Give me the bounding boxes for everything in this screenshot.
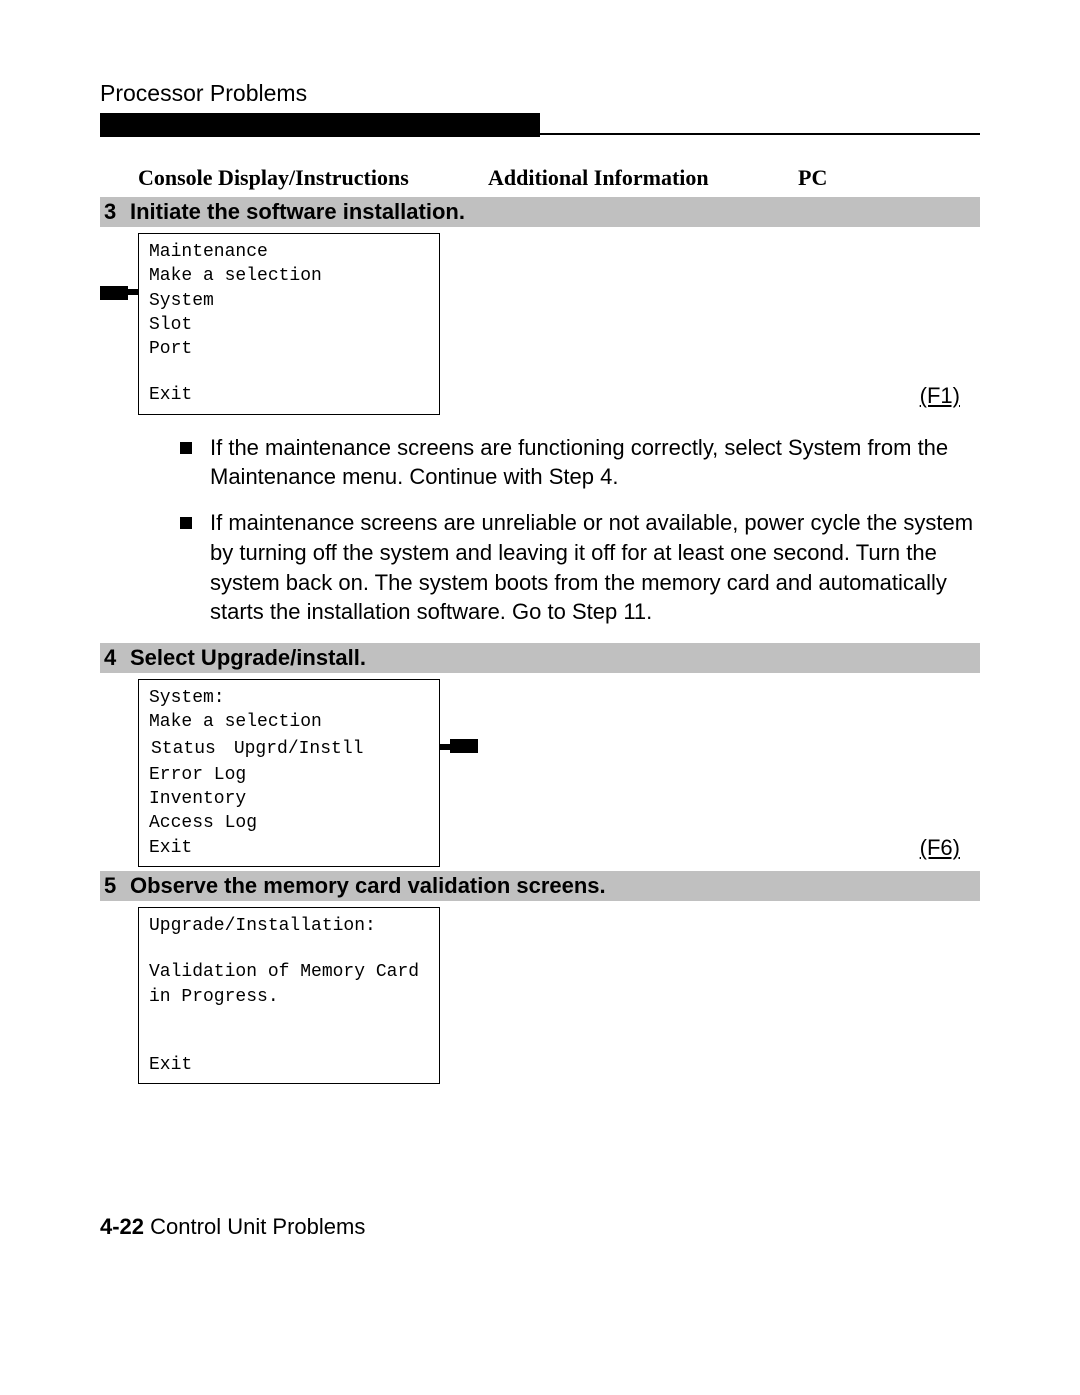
step-3-title: Initiate the software installation. [130,199,465,225]
bullet-2-text: If maintenance screens are unreliable or… [210,508,980,627]
console-area-3: Upgrade/Installation: Validation of Memo… [100,907,980,1084]
step-3-num: 3 [104,199,130,225]
col-header-pc: PC [798,165,878,191]
bullet-1: If the maintenance screens are functioni… [180,433,980,492]
console3-line2: Validation of Memory Card [149,960,429,984]
page-footer: 4-22 Control Unit Problems [100,1214,980,1240]
header-rule [100,133,980,135]
console1-line3: System [149,289,429,313]
console2-status: Status [151,737,232,761]
console1-line5: Port [149,337,429,361]
console-box-2: System: Make a selection Status Upgrd/In… [138,679,440,867]
console3-line1: Upgrade/Installation: [149,914,429,938]
step-3-bar: 3 Initiate the software installation. [100,197,980,227]
step-4-title: Select Upgrade/install. [130,645,366,671]
console1-line2: Make a selection [149,264,429,288]
square-bullet-icon [180,442,192,454]
console2-line4: Error Log [149,763,429,787]
bullet-1-text: If the maintenance screens are functioni… [210,433,980,492]
console-area-2: System: Make a selection Status Upgrd/In… [100,679,980,867]
console1-exit: Exit [149,383,429,407]
arrow-left-icon [100,233,138,383]
pc-key-f1: (F1) [920,383,960,409]
header-title: Processor Problems [100,80,980,107]
col-header-console: Console Display/Instructions [138,165,488,191]
console3-line3: in Progress. [149,985,429,1009]
console2-line5: Inventory [149,787,429,811]
console2-line2: Make a selection [149,710,429,734]
pc-key-f6: (F6) [920,835,960,861]
column-headers: Console Display/Instructions Additional … [138,165,980,191]
arrow-right-icon [440,679,480,849]
col-header-additional: Additional Information [488,165,798,191]
footer-page-num: 4-22 [100,1214,144,1239]
console2-upgrd: Upgrd/Instll [234,737,380,761]
bullet-2: If maintenance screens are unreliable or… [180,508,980,627]
step-5-num: 5 [104,873,130,899]
console-box-1: Maintenance Make a selection System Slot… [138,233,440,415]
footer-section: Control Unit Problems [144,1214,365,1239]
step-4-bar: 4 Select Upgrade/install. [100,643,980,673]
step-5-title: Observe the memory card validation scree… [130,873,606,899]
console3-exit: Exit [149,1053,429,1077]
bullets-block: If the maintenance screens are functioni… [180,433,980,627]
console2-line6: Access Log [149,811,429,835]
console2-exit: Exit [149,836,429,860]
step-5-bar: 5 Observe the memory card validation scr… [100,871,980,901]
console-box-3: Upgrade/Installation: Validation of Memo… [138,907,440,1084]
console-area-1: Maintenance Make a selection System Slot… [100,233,980,415]
step-4-num: 4 [104,645,130,671]
console1-line1: Maintenance [149,240,429,264]
console2-line1: System: [149,686,429,710]
console1-line4: Slot [149,313,429,337]
square-bullet-icon [180,517,192,529]
